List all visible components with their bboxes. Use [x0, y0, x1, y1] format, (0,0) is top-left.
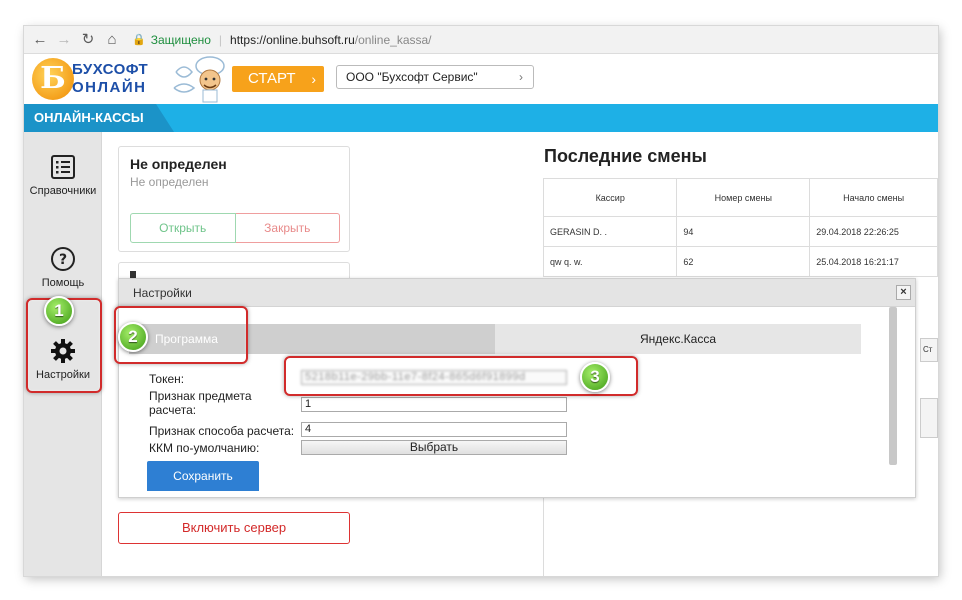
sidebar-item-directories[interactable]: Справочники	[24, 154, 102, 197]
sidebar-item-label: Помощь	[41, 277, 85, 289]
column-header-shift-start[interactable]: Начало смены	[809, 178, 938, 217]
url-host: https://online.buhsoft.ru	[230, 32, 355, 47]
reload-icon[interactable]: ↻	[78, 30, 98, 50]
sidebar-item-help[interactable]: ? Помощь	[24, 246, 102, 289]
address-bar[interactable]: 🔒 Защищено | https://online.buhsoft.ru /…	[132, 30, 432, 50]
start-label: СТАРТ	[248, 70, 296, 87]
section-band: ОНЛАЙН-КАССЫ	[24, 104, 938, 132]
cell-shift-start: 25.04.2018 16:21:17	[809, 246, 938, 277]
secure-label: Защищено	[150, 32, 211, 47]
chevron-right-icon: ›	[311, 71, 316, 87]
payment-method-input[interactable]: 4	[301, 422, 567, 437]
tab-yandex-kassa[interactable]: Яндекс.Касса	[495, 324, 861, 354]
app-header: Б БУХСОФТ ОНЛАЙН СТАРТ › ООО "Бухсофт Се…	[24, 54, 938, 104]
organization-name: ООО "Бухсофт Сервис"	[346, 70, 478, 84]
kkm-status-card: Не определен Не определен Открыть Закрыт…	[118, 146, 350, 252]
token-label: Токен:	[149, 372, 185, 386]
side-tab[interactable]: Ст	[920, 338, 938, 362]
dialog-scrollbar[interactable]	[889, 307, 897, 497]
cell-shift-number: 94	[676, 216, 811, 247]
table-row[interactable]: GERASIN D. . 94 29.04.2018 22:26:25	[542, 216, 938, 247]
default-kkm-label: ККМ по-умолчанию:	[149, 441, 260, 455]
subject-label-line-1: Признак предмета	[149, 389, 252, 403]
cell-cashier: qw q. w.	[542, 246, 678, 277]
kkm-title: Не определен	[130, 156, 227, 172]
sidebar-item-label: Справочники	[29, 185, 97, 197]
screenshot-frame: ← → ↻ ⌂ 🔒 Защищено | https://online.buhs…	[24, 26, 938, 576]
buhsoft-logo[interactable]: Б БУХСОФТ ОНЛАЙН	[32, 58, 162, 100]
kkm-subtitle: Не определен	[130, 175, 209, 189]
cell-shift-start: 29.04.2018 22:26:25	[809, 216, 938, 247]
url-path: /online_kassa/	[354, 32, 432, 47]
start-button[interactable]: СТАРТ ›	[232, 66, 324, 92]
enable-server-button[interactable]: Включить сервер	[118, 512, 350, 544]
logo-line-1: БУХСОФТ	[72, 61, 149, 78]
payment-method-label: Признак способа расчета:	[149, 424, 295, 438]
address-separator: |	[218, 32, 223, 47]
pick-kkm-button[interactable]: Выбрать	[301, 440, 567, 455]
dialog-header: Настройки ×	[119, 279, 915, 307]
back-arrow-icon[interactable]: ←	[30, 30, 50, 50]
subject-input[interactable]: 1	[301, 397, 567, 412]
open-shift-button[interactable]: Открыть	[130, 213, 236, 243]
close-icon[interactable]: ×	[896, 285, 911, 300]
home-icon[interactable]: ⌂	[102, 30, 122, 50]
marker-1: 1	[44, 296, 74, 326]
column-header-cashier[interactable]: Кассир	[542, 178, 678, 217]
logo-letter: Б	[32, 58, 74, 100]
chevron-right-icon: ›	[519, 70, 523, 84]
subject-label-line-2: расчета:	[149, 403, 197, 417]
marker-3: 3	[580, 362, 610, 392]
lock-icon: 🔒	[132, 34, 146, 46]
chef-mascot-icon	[173, 56, 225, 103]
forward-arrow-icon[interactable]: →	[54, 30, 74, 50]
column-header-shift-number[interactable]: Номер смены	[676, 178, 811, 217]
browser-toolbar: ← → ↻ ⌂ 🔒 Защищено | https://online.buhs…	[24, 26, 938, 54]
shift-buttons: Открыть Закрыть	[130, 213, 340, 243]
organization-select[interactable]: ООО "Бухсофт Сервис" ›	[336, 65, 534, 89]
save-button[interactable]: Сохранить	[147, 461, 259, 491]
help-circle-icon: ?	[51, 247, 75, 271]
shifts-table: Кассир Номер смены Начало смены GERASIN …	[542, 178, 938, 277]
table-header-row: Кассир Номер смены Начало смены	[542, 178, 938, 217]
table-row[interactable]: qw q. w. 62 25.04.2018 16:21:17	[542, 246, 938, 277]
right-panel-lower	[543, 496, 938, 576]
close-shift-button[interactable]: Закрыть	[235, 213, 340, 243]
last-shifts-title: Последние смены	[544, 146, 707, 166]
list-icon	[51, 155, 75, 179]
logo-line-2: ОНЛАЙН	[72, 79, 147, 96]
cell-shift-number: 62	[676, 246, 811, 277]
cell-cashier: GERASIN D. .	[542, 216, 678, 247]
side-tab-lower[interactable]	[920, 398, 938, 438]
scrollbar-thumb[interactable]	[889, 307, 897, 465]
section-title: ОНЛАЙН-КАССЫ	[24, 104, 174, 132]
dialog-title: Настройки	[133, 286, 192, 300]
marker-2: 2	[118, 322, 148, 352]
svg-text:?: ?	[59, 252, 67, 268]
